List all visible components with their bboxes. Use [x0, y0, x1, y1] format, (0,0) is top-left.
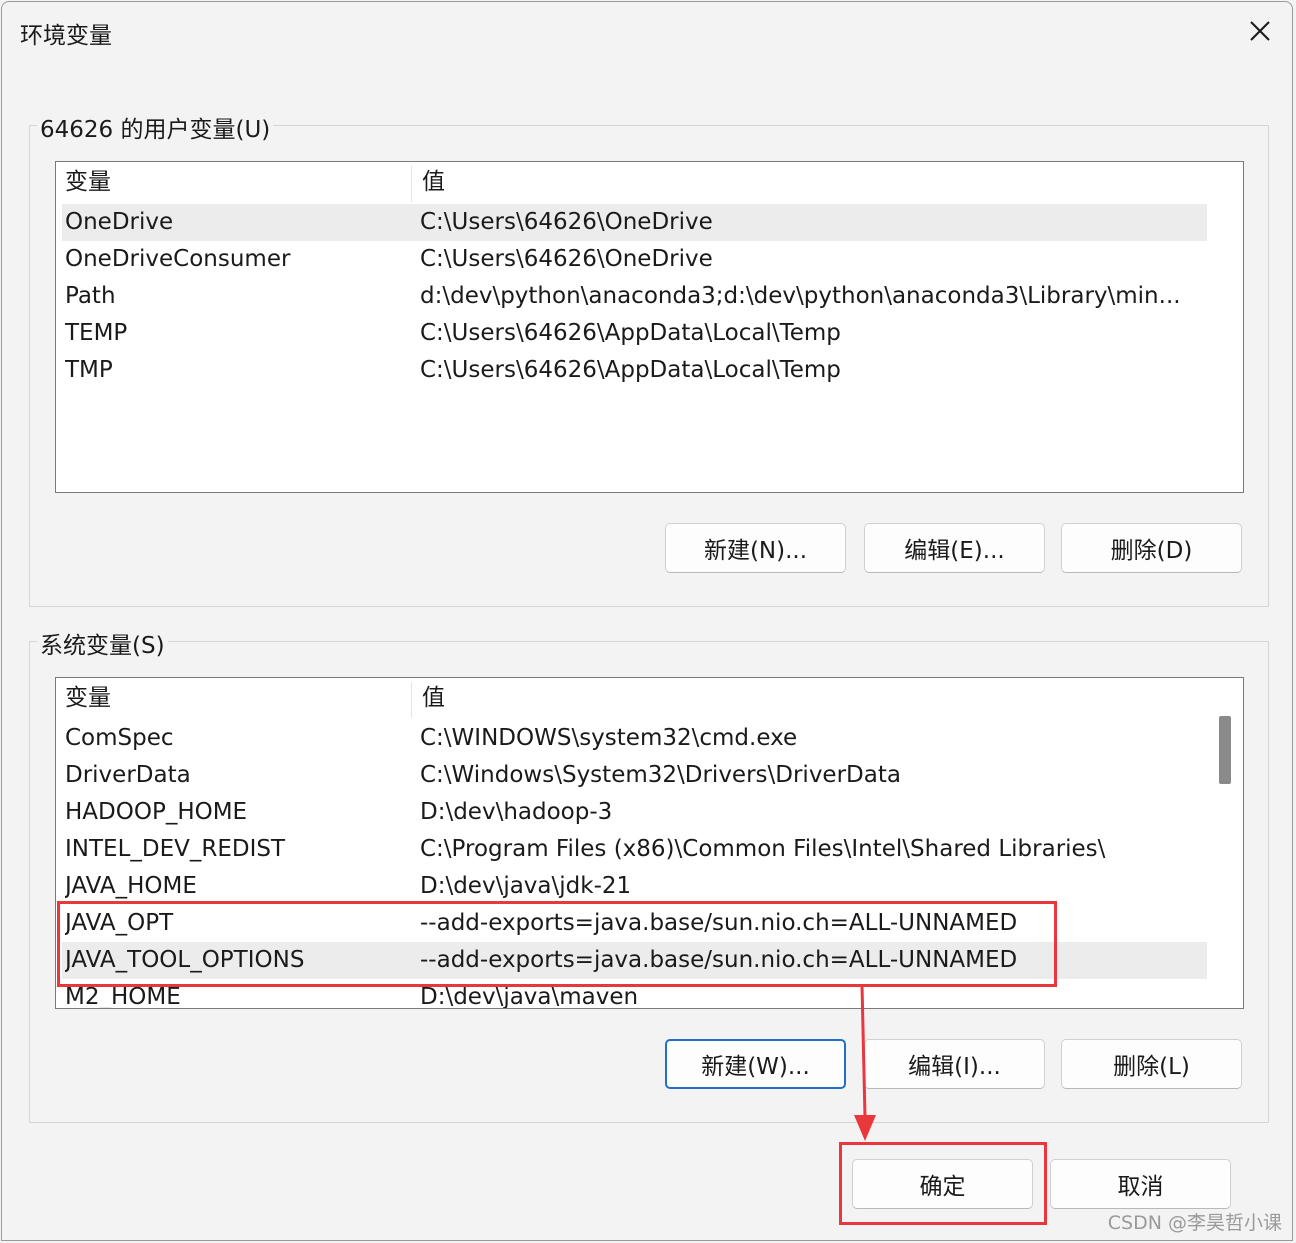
- variable-value: d:\dev\python\anaconda3;d:\dev\python\an…: [420, 283, 1181, 309]
- column-divider[interactable]: [411, 166, 412, 202]
- variable-value: C:\WINDOWS\system32\cmd.exe: [420, 725, 798, 751]
- variable-name: OneDrive: [65, 209, 174, 235]
- watermark: CSDN @李昊哲小课: [1107, 1212, 1282, 1234]
- system-new-button[interactable]: 新建(W)...: [665, 1039, 846, 1089]
- environment-variables-dialog: 环境变量 64626 的用户变量(U) 变量 值 OneDrive C:\Use…: [1, 1, 1293, 1241]
- table-row[interactable]: DriverData C:\Windows\System32\Drivers\D…: [62, 757, 1207, 794]
- table-row[interactable]: OneDrive C:\Users\64626\OneDrive: [62, 204, 1207, 241]
- system-edit-button[interactable]: 编辑(I)...: [864, 1039, 1045, 1089]
- table-row[interactable]: Path d:\dev\python\anaconda3;d:\dev\pyth…: [62, 278, 1207, 315]
- user-edit-button[interactable]: 编辑(E)...: [864, 523, 1045, 573]
- variable-value: C:\Users\64626\OneDrive: [420, 246, 713, 272]
- table-row[interactable]: TEMP C:\Users\64626\AppData\Local\Temp: [62, 315, 1207, 352]
- title-bar[interactable]: 环境变量: [2, 2, 1292, 62]
- list-header: 变量 值: [56, 678, 1207, 718]
- window-title: 环境变量: [20, 23, 112, 49]
- variable-name: Path: [65, 283, 116, 309]
- variable-name: ComSpec: [65, 725, 174, 751]
- column-divider[interactable]: [411, 682, 412, 718]
- variable-value: D:\dev\hadoop-3: [420, 799, 613, 825]
- variable-name: JAVA_OPT: [65, 910, 174, 936]
- table-row[interactable]: JAVA_TOOL_OPTIONS --add-exports=java.bas…: [62, 942, 1207, 979]
- variable-name: JAVA_HOME: [65, 873, 197, 899]
- close-icon: [1250, 21, 1270, 41]
- close-button[interactable]: [1228, 2, 1292, 60]
- table-row[interactable]: HADOOP_HOME D:\dev\hadoop-3: [62, 794, 1207, 831]
- cancel-button[interactable]: 取消: [1050, 1159, 1231, 1209]
- annotation-arrow-icon: [854, 985, 876, 1141]
- list-header: 变量 值: [56, 162, 1207, 202]
- table-row[interactable]: JAVA_OPT --add-exports=java.base/sun.nio…: [62, 905, 1207, 942]
- table-row[interactable]: TMP C:\Users\64626\AppData\Local\Temp: [62, 352, 1207, 389]
- column-header-variable[interactable]: 变量: [56, 678, 411, 718]
- user-variables-list[interactable]: 变量 值 OneDrive C:\Users\64626\OneDrive On…: [55, 161, 1244, 493]
- variable-value: C:\Windows\System32\Drivers\DriverData: [420, 762, 901, 788]
- variable-name: HADOOP_HOME: [65, 799, 248, 825]
- system-delete-button[interactable]: 删除(L): [1061, 1039, 1242, 1089]
- variable-value: C:\Users\64626\AppData\Local\Temp: [420, 357, 841, 383]
- table-row[interactable]: ComSpec C:\WINDOWS\system32\cmd.exe: [62, 720, 1207, 757]
- table-row[interactable]: JAVA_HOME D:\dev\java\jdk-21: [62, 868, 1207, 905]
- variable-name: DriverData: [65, 762, 191, 788]
- scrollbar-thumb[interactable]: [1219, 716, 1231, 784]
- variable-name: TMP: [65, 357, 113, 383]
- variable-value: C:\Users\64626\AppData\Local\Temp: [420, 320, 841, 346]
- table-row[interactable]: M2_HOME D:\dev\java\maven: [62, 979, 1207, 1009]
- system-variables-list[interactable]: 变量 值 ComSpec C:\WINDOWS\system32\cmd.exe…: [55, 677, 1244, 1009]
- variable-value: C:\Users\64626\OneDrive: [420, 209, 713, 235]
- variable-name: OneDriveConsumer: [65, 246, 291, 272]
- variable-value: --add-exports=java.base/sun.nio.ch=ALL-U…: [420, 910, 1018, 936]
- variable-name: INTEL_DEV_REDIST: [65, 836, 286, 862]
- user-variables-label: 64626 的用户变量(U): [37, 110, 274, 144]
- variable-value: --add-exports=java.base/sun.nio.ch=ALL-U…: [420, 947, 1018, 973]
- system-variables-label: 系统变量(S): [37, 626, 168, 660]
- vertical-scrollbar[interactable]: [1207, 678, 1243, 1008]
- column-header-variable[interactable]: 变量: [56, 162, 411, 202]
- table-row[interactable]: OneDriveConsumer C:\Users\64626\OneDrive: [62, 241, 1207, 278]
- user-delete-button[interactable]: 删除(D): [1061, 523, 1242, 573]
- table-row[interactable]: INTEL_DEV_REDIST C:\Program Files (x86)\…: [62, 831, 1207, 868]
- variable-name: TEMP: [65, 320, 128, 346]
- variable-value: D:\dev\java\maven: [420, 984, 639, 1009]
- variable-name: JAVA_TOOL_OPTIONS: [65, 947, 305, 973]
- variable-value: C:\Program Files (x86)\Common Files\Inte…: [420, 836, 1106, 862]
- variable-name: M2_HOME: [65, 984, 181, 1009]
- ok-button[interactable]: 确定: [852, 1159, 1033, 1209]
- column-header-value[interactable]: 值: [413, 162, 1203, 202]
- user-new-button[interactable]: 新建(N)...: [665, 523, 846, 573]
- variable-value: D:\dev\java\jdk-21: [420, 873, 632, 899]
- column-header-value[interactable]: 值: [413, 678, 1203, 718]
